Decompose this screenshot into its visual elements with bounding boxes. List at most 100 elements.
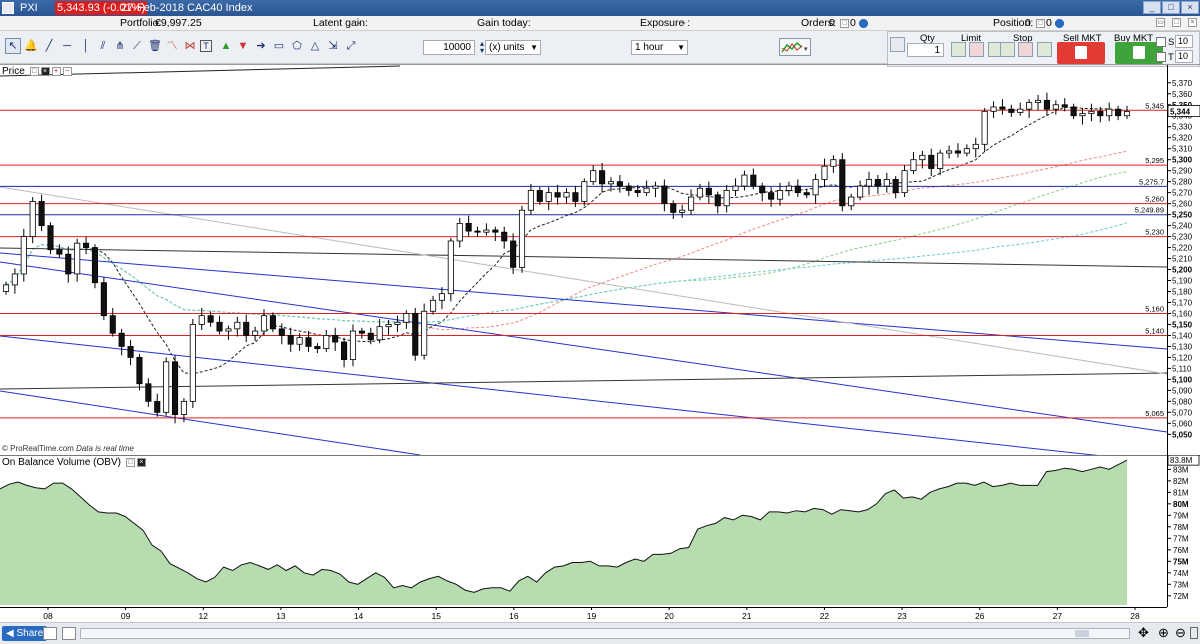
wrench-icon[interactable] — [890, 37, 905, 52]
stop-options-button[interactable] — [1037, 42, 1052, 57]
source-name: © ProRealTime.com — [2, 444, 74, 453]
candle — [216, 321, 223, 332]
portfolio-value: €9,997.25 — [155, 17, 202, 29]
scroll-start-button[interactable] — [43, 627, 57, 640]
limit-buy-button[interactable] — [951, 42, 966, 57]
x-tick-label: 27 — [1053, 611, 1063, 621]
close-button[interactable]: × — [1181, 1, 1199, 14]
candle — [296, 337, 303, 345]
level-label: 5,249.89 — [1135, 206, 1164, 215]
share-button[interactable]: ◀ Share — [2, 626, 48, 641]
maximize-button[interactable]: □ — [1162, 1, 1180, 14]
moving-average-line — [5, 222, 1128, 323]
candle — [394, 321, 401, 325]
horizontal-line-icon[interactable]: ─ — [60, 39, 74, 53]
horizontal-scrollbar[interactable] — [80, 628, 1130, 639]
candle — [599, 170, 606, 185]
stop-buy-button[interactable] — [1000, 42, 1015, 57]
rectangle-icon[interactable]: ▭ — [272, 39, 286, 53]
text-icon[interactable]: T — [200, 40, 212, 52]
candle — [616, 181, 623, 187]
units-select[interactable]: (x) units ▼ — [485, 40, 541, 55]
y-tick-label: 5,240 — [1172, 222, 1193, 231]
vertical-line-icon[interactable]: │ — [79, 39, 93, 53]
x-tick-label: 23 — [897, 611, 907, 621]
minimize-button[interactable]: _ — [1143, 1, 1161, 14]
obv-chart[interactable]: 72M 73M 74M 75M 76M 77M 78M 79M 80M 81M 82M 83M83.8… — [0, 454, 1200, 607]
candle — [518, 209, 526, 268]
y-tick-label: 5,130 — [1172, 342, 1193, 351]
y-tick-label: 5,290 — [1172, 167, 1193, 176]
panel-box-icon[interactable]: □ — [29, 66, 39, 76]
obv-chart-panel: 72M 73M 74M 75M 76M 77M 78M 79M 80M 81M 82M 83M 83.8… — [0, 454, 1200, 607]
window-titlebar: PXI 5,343.93 (-0.01%) 27-Feb-2018 CAC40 … — [0, 0, 1200, 16]
pitchfork-icon[interactable]: ⋔ — [113, 39, 127, 53]
sell-arrow-icon[interactable]: ▼ — [236, 39, 250, 53]
cursor-icon[interactable]: ↖ — [5, 38, 21, 54]
candle — [38, 201, 45, 226]
candle — [403, 313, 410, 323]
s-input[interactable]: 10 — [1175, 35, 1193, 48]
candle — [171, 361, 179, 415]
chart-type-button[interactable]: ▾ — [779, 38, 811, 56]
channel-icon[interactable]: ⫽ — [96, 39, 110, 53]
y-tick-label: 5,050 — [1172, 430, 1193, 439]
fan-icon[interactable]: ⟋ — [130, 39, 144, 53]
x-tick-label: 21 — [742, 611, 752, 621]
panel-close-icon[interactable]: × — [40, 66, 50, 76]
candle — [661, 185, 668, 205]
t-input[interactable]: 10 — [1175, 50, 1193, 63]
candle — [759, 185, 766, 194]
buy-arrow-icon[interactable]: ▲ — [219, 39, 233, 53]
arrow-icon[interactable]: ➔ — [254, 39, 268, 53]
y-tick-label: 5,370 — [1172, 79, 1193, 88]
scroll-left-button[interactable] — [62, 627, 76, 640]
position-value: 0 — [1025, 17, 1031, 29]
trash-icon[interactable]: 🗑 — [148, 39, 162, 53]
obv-close-icon[interactable]: × — [136, 457, 146, 467]
candle — [1034, 99, 1042, 103]
share-icon: ◀ — [6, 628, 17, 639]
obv-y-tick-label: 80M — [1173, 500, 1189, 509]
y-tick-label: 5,070 — [1172, 408, 1193, 417]
scrollbar-thumb[interactable] — [1075, 630, 1089, 637]
candle — [892, 179, 899, 194]
timeframe-select[interactable]: 1 hour ▼ — [631, 40, 688, 55]
triangle-icon[interactable]: △ — [308, 39, 322, 53]
s-label: S — [1168, 37, 1175, 48]
shape-icon[interactable]: ⬠ — [290, 39, 304, 53]
t-checkbox[interactable] — [1156, 52, 1166, 62]
obv-panel-title: On Balance Volume (OBV) — [2, 457, 121, 468]
candle — [750, 174, 757, 187]
panel-remove-icon[interactable]: − — [62, 66, 72, 76]
panel-settings-icon[interactable] — [1190, 627, 1198, 639]
x-tick-label: 28 — [1130, 611, 1140, 621]
alert-bell-icon[interactable]: 🔔 — [24, 39, 38, 53]
panel-add-icon[interactable]: + — [51, 66, 61, 76]
level-label: 5,275.7 — [1139, 177, 1164, 186]
crosshair-icon[interactable]: ✥ — [1138, 625, 1149, 641]
gann-icon[interactable]: ⋈ — [183, 39, 197, 53]
candle — [305, 337, 312, 347]
obv-y-tick-label: 83M — [1173, 465, 1189, 474]
sell-market-button[interactable] — [1057, 42, 1105, 64]
zoom-out-icon[interactable]: ⊖ — [1175, 625, 1186, 641]
s-checkbox[interactable] — [1156, 37, 1166, 47]
qty-input[interactable]: 1 — [907, 43, 944, 57]
y-tick-label: 5,320 — [1172, 134, 1193, 143]
candle — [252, 330, 259, 336]
fibonacci-icon[interactable]: 〽 — [165, 39, 179, 53]
obv-box-icon[interactable]: □ — [125, 457, 135, 467]
extend-line-icon[interactable]: ⤢ — [344, 39, 358, 53]
y-tick-label: 5,330 — [1172, 123, 1193, 132]
gain-today-label: Gain today: — [477, 17, 531, 29]
measure-icon[interactable]: ⇲ — [326, 39, 340, 53]
limit-sell-button[interactable] — [969, 42, 984, 57]
candle — [501, 231, 508, 242]
trendline-icon[interactable]: ╱ — [42, 39, 56, 53]
price-chart[interactable]: 5,050 5,060 5,070 5,080 5,090 5,100 5,110 5,120… — [0, 64, 1200, 464]
candle — [438, 293, 445, 301]
quantity-input[interactable]: 10000 — [423, 40, 475, 55]
stop-sell-button[interactable] — [1018, 42, 1033, 57]
zoom-in-icon[interactable]: ⊕ — [1158, 625, 1169, 641]
